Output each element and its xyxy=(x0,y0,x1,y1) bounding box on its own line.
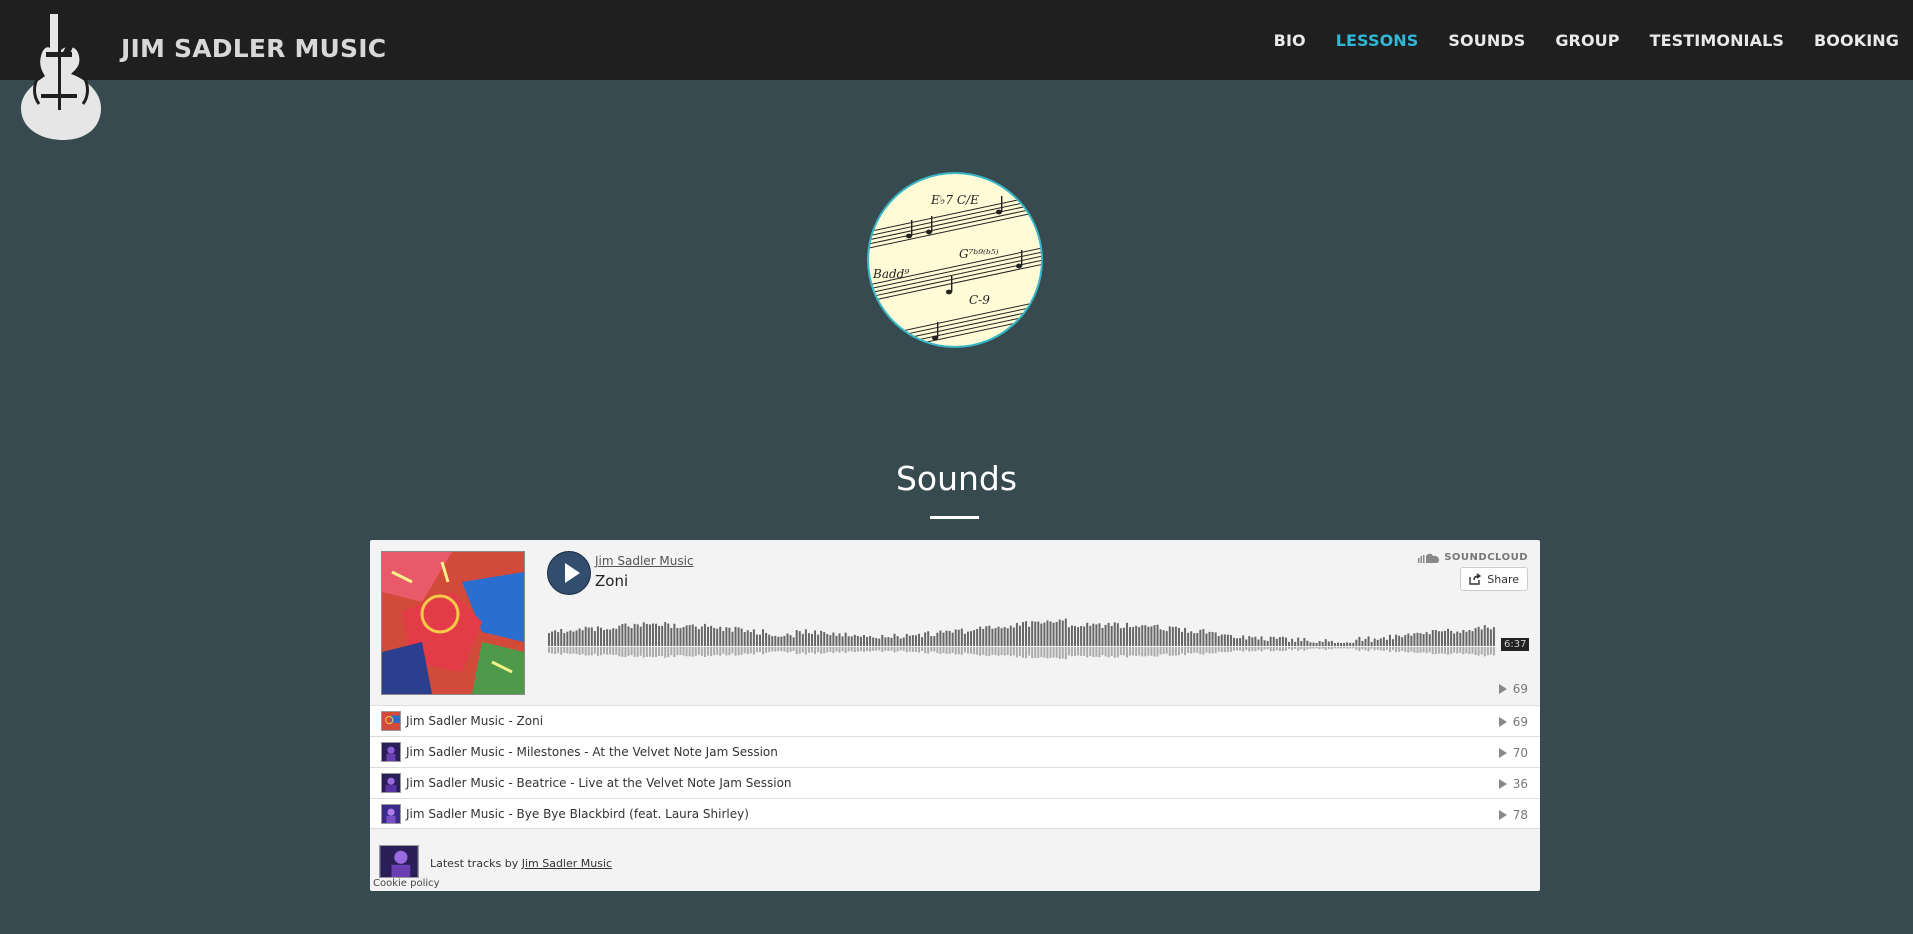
player-footer: Latest tracks by Jim Sadler Music Cookie… xyxy=(370,842,1540,891)
track-row-title: Jim Sadler Music - Bye Bye Blackbird (fe… xyxy=(406,806,749,821)
track-row-title: Jim Sadler Music - Beatrice - Live at th… xyxy=(406,776,792,790)
track-row[interactable]: Jim Sadler Music - Milestones - At the V… xyxy=(370,736,1540,767)
footer-text: Latest tracks by Jim Sadler Music xyxy=(430,857,612,870)
nav-group[interactable]: GROUP xyxy=(1555,31,1619,50)
share-icon xyxy=(1469,573,1482,585)
track-row[interactable]: Jim Sadler Music - Beatrice - Live at th… xyxy=(370,767,1540,798)
track-thumbnail xyxy=(381,711,401,731)
play-count: 69 xyxy=(1498,682,1528,696)
play-count-icon xyxy=(1498,779,1507,789)
title-underline xyxy=(930,516,979,519)
play-count-icon xyxy=(1498,810,1507,820)
footer-prefix: Latest tracks by xyxy=(430,857,519,870)
track-row[interactable]: Jim Sadler Music - Bye Bye Blackbird (fe… xyxy=(370,798,1540,829)
nav-bio[interactable]: BIO xyxy=(1274,31,1306,50)
track-row-plays: 78 xyxy=(1498,808,1528,822)
nav-sounds[interactable]: SOUNDS xyxy=(1448,31,1525,50)
main-nav: BIO LESSONS SOUNDS GROUP TESTIMONIALS BO… xyxy=(1244,31,1899,50)
artist-link[interactable]: Jim Sadler Music xyxy=(595,554,694,568)
track-row-title: Jim Sadler Music - Milestones - At the V… xyxy=(406,745,778,759)
svg-text:Badd⁹: Badd⁹ xyxy=(872,267,909,281)
share-label: Share xyxy=(1487,572,1519,586)
soundcloud-label: SOUNDCLOUD xyxy=(1444,552,1528,563)
soundcloud-logo[interactable]: SOUNDCLOUD xyxy=(1418,552,1528,563)
track-thumbnail xyxy=(381,773,401,793)
svg-text:G⁷ᵇ⁹⁽ᵇ⁵⁾: G⁷ᵇ⁹⁽ᵇ⁵⁾ xyxy=(959,247,999,261)
soundcloud-player: Jim Sadler Music Zoni SOUNDCLOUD Share 6… xyxy=(370,540,1540,891)
track-thumbnail xyxy=(381,803,401,824)
play-count-icon xyxy=(1498,717,1507,727)
track-row-title: Jim Sadler Music - Zoni xyxy=(406,714,544,728)
guitar-logo-icon[interactable] xyxy=(13,12,115,142)
track-thumbnail xyxy=(381,742,401,762)
track-row-plays: 36 xyxy=(1498,777,1528,791)
sheet-music-image: E♭7 C/E G⁷ᵇ⁹⁽ᵇ⁵⁾ Badd⁹ C-9 xyxy=(867,172,1043,348)
sounds-title: Sounds xyxy=(895,459,1018,498)
track-row-plays: 69 xyxy=(1498,715,1528,729)
track-title[interactable]: Zoni xyxy=(595,572,628,590)
play-button[interactable] xyxy=(547,551,591,595)
nav-testimonials[interactable]: TESTIMONIALS xyxy=(1650,31,1784,50)
share-button[interactable]: Share xyxy=(1460,567,1528,591)
svg-text:E♭7 C/E: E♭7 C/E xyxy=(930,193,979,207)
waveform[interactable] xyxy=(548,610,1496,672)
svg-text:C-9: C-9 xyxy=(969,293,990,307)
brand-title[interactable]: JIM SADLER MUSIC xyxy=(121,34,386,63)
play-count-icon xyxy=(1498,748,1507,758)
nav-lessons[interactable]: LESSONS xyxy=(1336,31,1419,50)
artist-avatar[interactable] xyxy=(379,845,419,878)
album-art[interactable] xyxy=(381,551,525,695)
track-list: Jim Sadler Music - Zoni 69 Jim Sadler Mu… xyxy=(370,705,1540,829)
soundcloud-icon xyxy=(1418,553,1440,563)
track-duration: 6:37 xyxy=(1501,638,1530,651)
footer-artist-link[interactable]: Jim Sadler Music xyxy=(522,857,612,870)
nav-booking[interactable]: BOOKING xyxy=(1814,31,1899,50)
cookie-policy-link[interactable]: Cookie policy xyxy=(373,878,440,889)
play-count-icon xyxy=(1498,684,1507,694)
track-row-plays: 70 xyxy=(1498,746,1528,760)
track-row[interactable]: Jim Sadler Music - Zoni 69 xyxy=(370,705,1540,736)
